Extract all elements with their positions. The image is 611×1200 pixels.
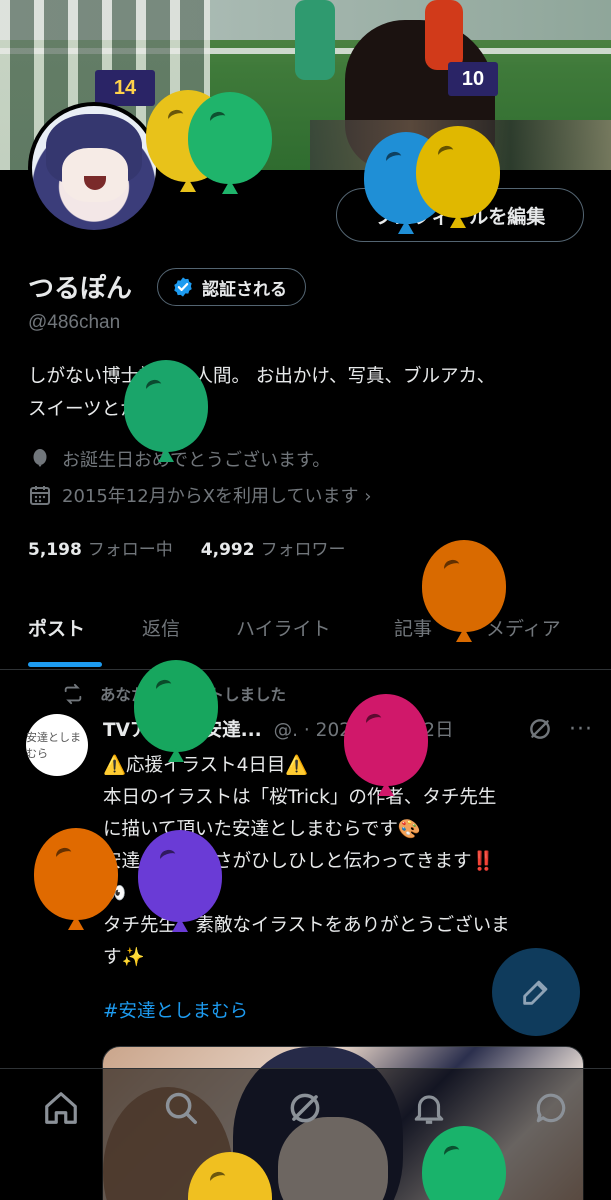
balloon-decoration [134,660,218,752]
home-icon[interactable] [42,1089,80,1127]
post-hashtag[interactable]: #安達としまむら [103,997,248,1023]
balloon-decoration [422,540,506,632]
banner-person [295,0,335,80]
profile-bio: しがない博士課程の人間。 お出かけ、写真、ブルアカ、 スイーツとかが好き！ [28,360,588,426]
profile-handle: @486chan [28,312,121,333]
profile-avatar[interactable] [28,102,160,234]
tab-posts[interactable]: ポスト [28,614,85,641]
grok-icon[interactable] [527,716,553,742]
search-icon[interactable] [162,1089,200,1127]
compose-button[interactable] [492,948,580,1036]
repost-icon [64,683,82,705]
balloon-decoration [344,694,428,786]
balloon-decoration [34,828,118,920]
post-author-avatar[interactable]: 安達としまむら [26,714,88,776]
tab-media[interactable]: メディア [486,614,561,641]
calendar-icon [30,486,50,505]
bio-line: しがない博士課程の人間。 お出かけ、写真、ブルアカ、 [28,366,496,387]
balloon-decoration [138,830,222,922]
get-verified-button[interactable]: 認証される [157,268,306,306]
active-tab-indicator [28,662,102,667]
compose-icon [523,980,548,1005]
tab-highlights[interactable]: ハイライト [236,614,331,641]
balloon-decoration [124,360,208,452]
joined-text: 2015年12月からXを利用しています › [62,486,372,507]
messages-icon[interactable] [532,1089,570,1127]
bell-icon[interactable] [410,1089,448,1127]
birthday-text: お誕生日おめでとうございます。 [62,450,331,471]
banner-jockey [425,0,463,70]
followers-count: 4,992 [200,540,255,560]
get-verified-label: 認証される [202,279,287,300]
verified-badge-icon [174,277,192,297]
following-count: 5,198 [28,540,82,560]
profile-tabs: ポスト 返信 ハイライト 記事 メディア [0,600,611,670]
banner-saddle-number: 10 [448,62,498,96]
bottom-navigation [0,1068,611,1200]
following-label: フォロー中 [87,540,173,560]
avatar-face [62,148,128,202]
more-options-icon[interactable]: ··· [569,717,593,742]
follow-stats: 5,198 フォロー中 4,992 フォロワー [28,535,346,560]
followers-label: フォロワー [260,540,346,560]
display-name: つるぽん [28,274,133,304]
grok-nav-icon[interactable] [286,1089,324,1127]
balloon-icon [33,449,47,467]
tab-articles[interactable]: 記事 [394,614,432,641]
banner-saddle-number-left: 14 [95,70,155,106]
avatar-image [32,106,156,230]
tab-replies[interactable]: 返信 [142,614,180,641]
followers-link[interactable]: 4,992 フォロワー [201,535,346,560]
bio-line: スイーツとかが好き！ [28,399,213,420]
following-link[interactable]: 5,198 フォロー中 [28,535,173,560]
balloon-decoration [416,126,500,218]
balloon-decoration [188,92,272,184]
joined-row[interactable]: 2015年12月からXを利用しています › [28,482,371,508]
